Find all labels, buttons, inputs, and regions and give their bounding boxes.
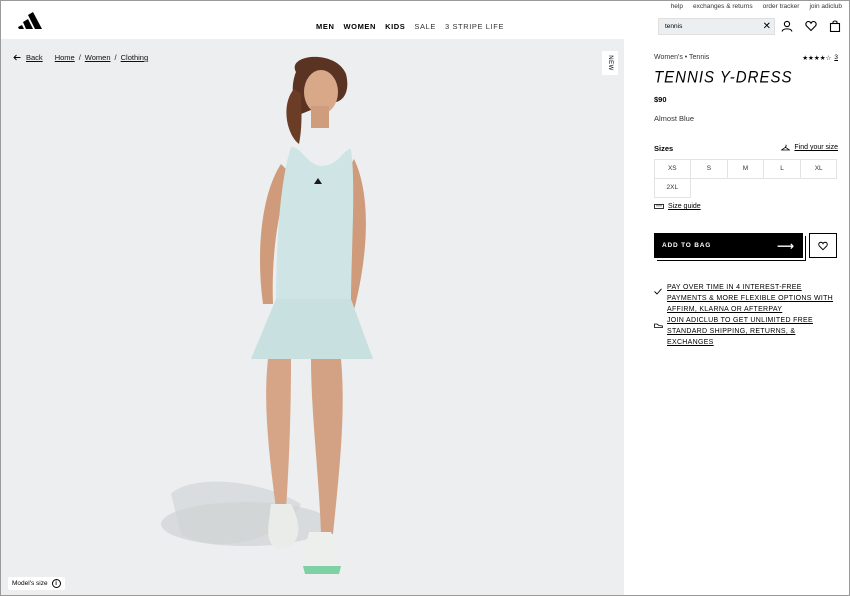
size-selector: XS S M L XL 2XL bbox=[653, 158, 838, 198]
product-image-area: Back Home / Women / Clothing NEW Model's… bbox=[1, 39, 624, 595]
size-option-2xl[interactable]: 2XL bbox=[653, 177, 692, 198]
nav-sale[interactable]: SALE bbox=[414, 22, 436, 31]
breadcrumb-clothing[interactable]: Clothing bbox=[121, 53, 149, 62]
size-option-xl[interactable]: XL bbox=[799, 158, 838, 179]
nav-kids[interactable]: KIDS bbox=[385, 22, 405, 31]
info-icon: i bbox=[51, 579, 61, 588]
heart-icon bbox=[818, 241, 828, 250]
rating-stars: ★★★★☆ bbox=[802, 55, 832, 62]
help-link[interactable]: help bbox=[671, 3, 683, 10]
shopping-bag-icon[interactable] bbox=[829, 20, 841, 32]
promo-adiclub[interactable]: JOIN ADICLUB TO GET UNLIMITED FREE STAND… bbox=[654, 315, 822, 348]
rating-count[interactable]: 3 bbox=[834, 54, 838, 62]
size-guide-link[interactable]: Size guide bbox=[654, 203, 701, 210]
nav-women[interactable]: WOMEN bbox=[343, 22, 376, 31]
product-rating[interactable]: ★★★★☆ 3 bbox=[802, 54, 838, 62]
breadcrumb-women[interactable]: Women bbox=[85, 53, 111, 62]
utility-links: help exchanges & returns order tracker j… bbox=[671, 3, 842, 10]
find-your-size-link[interactable]: Find your size bbox=[781, 144, 838, 151]
join-adiclub-link[interactable]: join adiclub bbox=[809, 3, 842, 10]
arrow-left-icon bbox=[13, 54, 21, 61]
product-price: $90 bbox=[654, 95, 667, 104]
size-option-l[interactable]: L bbox=[763, 158, 801, 179]
promo-affirm-text: PAY OVER TIME IN 4 INTEREST-FREE PAYMENT… bbox=[667, 284, 834, 313]
new-badge: NEW bbox=[602, 51, 618, 75]
product-color: Almost Blue bbox=[654, 114, 695, 123]
find-your-size-label: Find your size bbox=[794, 144, 838, 151]
clear-search-icon[interactable]: ✕ bbox=[763, 20, 771, 33]
sizes-heading: Sizes bbox=[654, 144, 674, 153]
breadcrumb: Back Home / Women / Clothing bbox=[13, 53, 148, 62]
nav-3-stripe-life[interactable]: 3 STRIPE LIFE bbox=[445, 22, 504, 31]
size-option-xs[interactable]: XS bbox=[653, 158, 692, 179]
adidas-logo-icon[interactable] bbox=[18, 12, 48, 30]
size-guide-label: Size guide bbox=[668, 203, 701, 210]
breadcrumb-home[interactable]: Home bbox=[55, 53, 75, 62]
model-size-label: Model's size bbox=[12, 580, 48, 587]
new-badge-label: NEW bbox=[607, 55, 613, 71]
model-size-button[interactable]: Model's size i bbox=[8, 577, 65, 590]
shoe-icon bbox=[654, 315, 663, 348]
product-category: Women's • Tennis bbox=[654, 54, 710, 61]
breadcrumb-separator: / bbox=[78, 53, 81, 62]
promo-adiclub-text: JOIN ADICLUB TO GET UNLIMITED FREE STAND… bbox=[667, 317, 813, 346]
account-icon[interactable] bbox=[781, 20, 793, 32]
back-label: Back bbox=[26, 53, 43, 62]
order-tracker-link[interactable]: order tracker bbox=[763, 3, 800, 10]
exchanges-returns-link[interactable]: exchanges & returns bbox=[693, 3, 753, 10]
add-to-wishlist-button[interactable] bbox=[809, 233, 837, 258]
add-to-bag-button[interactable]: ADD TO BAG ⟶ bbox=[654, 233, 803, 258]
size-option-m[interactable]: M bbox=[726, 158, 765, 179]
back-link[interactable]: Back bbox=[13, 53, 43, 62]
breadcrumb-separator: / bbox=[114, 53, 117, 62]
product-model-image[interactable] bbox=[151, 54, 401, 584]
main-nav: MEN WOMEN KIDS SALE 3 STRIPE LIFE bbox=[316, 22, 504, 31]
ruler-icon bbox=[654, 204, 664, 209]
promo-affirm[interactable]: PAY OVER TIME IN 4 INTEREST-FREE PAYMENT… bbox=[654, 282, 836, 315]
search-value: tennis bbox=[665, 23, 683, 30]
search-input[interactable]: tennis ✕ bbox=[658, 18, 775, 35]
arrow-right-icon: ⟶ bbox=[776, 238, 795, 253]
product-title: TENNIS Y-DRESS bbox=[654, 68, 793, 87]
wishlist-heart-icon[interactable] bbox=[805, 20, 817, 32]
check-icon bbox=[654, 282, 663, 315]
nav-men[interactable]: MEN bbox=[316, 22, 334, 31]
hanger-icon bbox=[781, 144, 791, 151]
add-to-bag-label: ADD TO BAG bbox=[662, 242, 712, 249]
size-option-s[interactable]: S bbox=[690, 158, 728, 179]
